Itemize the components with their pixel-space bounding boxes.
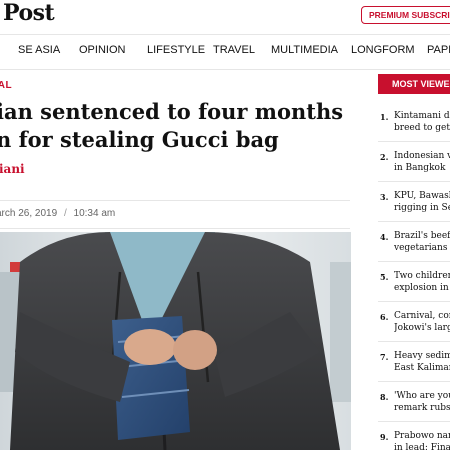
most-viewed-title: Prabowo nar in lead: Final: [394, 430, 450, 450]
headline-line-2: n for stealing Gucci bag: [0, 127, 279, 152]
most-viewed-title: Brazil's beef e vegetarians: [394, 230, 450, 254]
article-dateline: arch 26, 2019 / 10:34 am: [0, 208, 115, 219]
headline-line-1: ian sentenced to four months: [0, 99, 344, 124]
most-viewed-title: Kintamani do breed to get in: [394, 110, 450, 134]
divider: [0, 228, 350, 229]
nav-item-multimedia[interactable]: MULTIMEDIA: [271, 44, 338, 56]
most-viewed-title-line: Indonesian v: [394, 151, 450, 161]
most-viewed-title: KPU, Bawaslu rigging in Sel: [394, 190, 450, 214]
most-viewed-rank: 4.: [380, 232, 389, 242]
most-viewed-title-line: Kintamani do: [394, 111, 450, 121]
most-viewed-title-line: Carnival, con: [394, 311, 450, 321]
masthead: Post PREMIUM SUBSCRIPTION: [0, 0, 450, 34]
most-viewed-rank: 6.: [380, 312, 389, 322]
article-date: arch 26, 2019: [0, 208, 58, 219]
most-viewed-item[interactable]: 8. 'Who are you remark rubs I: [378, 382, 450, 422]
divider: [0, 200, 350, 201]
nav-item-longform[interactable]: LONGFORM: [351, 44, 415, 56]
most-viewed-title-line: Prabowo nar: [394, 431, 450, 441]
most-viewed-rank: 1.: [380, 112, 389, 122]
most-viewed-item[interactable]: 5. Two children explosion in N: [378, 262, 450, 302]
most-viewed-title-line: in lead: Final: [394, 443, 450, 450]
premium-subscription-button[interactable]: PREMIUM SUBSCRIPTION: [361, 6, 450, 24]
nav-item-lifestyle[interactable]: LIFESTYLE: [147, 44, 205, 56]
most-viewed-item[interactable]: 3. KPU, Bawaslu rigging in Sel: [378, 182, 450, 222]
nav-item-travel[interactable]: TRAVEL: [213, 44, 255, 56]
most-viewed-title-line: East Kaliman: [394, 363, 450, 373]
most-viewed-title-line: breed to get in: [394, 123, 450, 133]
most-viewed-rank: 5.: [380, 272, 389, 282]
most-viewed-title-line: explosion in N: [394, 283, 450, 293]
most-viewed-rank: 3.: [380, 192, 389, 202]
nav-item-paper[interactable]: PAPER: [427, 44, 450, 56]
most-viewed-rank: 9.: [380, 432, 389, 442]
most-viewed-title: Indonesian v in Bangkok: [394, 150, 450, 174]
most-viewed-item[interactable]: 6. Carnival, con Jokowi's larg: [378, 302, 450, 342]
most-viewed-title-line: rigging in Sel: [394, 203, 450, 213]
most-viewed-title-line: vegetarians: [394, 243, 448, 253]
most-viewed-header: MOST VIEWED: [378, 74, 450, 94]
most-viewed-title-line: Heavy sedime: [394, 351, 450, 361]
nav-item-opinion[interactable]: OPINION: [79, 44, 125, 56]
most-viewed-rank: 8.: [380, 392, 389, 402]
site-logo[interactable]: Post: [3, 0, 55, 26]
most-viewed-item[interactable]: 4. Brazil's beef e vegetarians: [378, 222, 450, 262]
article-time: 10:34 am: [73, 208, 116, 219]
most-viewed-title: Carnival, con Jokowi's larg: [394, 310, 450, 334]
most-viewed-rank: 7.: [380, 352, 389, 362]
nav-item-se-asia[interactable]: SE ASIA: [18, 44, 60, 56]
most-viewed-title-line: in Bangkok: [394, 163, 446, 173]
main-nav: SE ASIA OPINION LIFESTYLE TRAVEL MULTIME…: [0, 34, 450, 70]
most-viewed-title-line: remark rubs I: [394, 403, 450, 413]
article-photo: [0, 232, 351, 450]
most-viewed-title-line: Jokowi's larg: [394, 323, 450, 333]
article-author[interactable]: iani: [0, 162, 25, 176]
most-viewed-item[interactable]: 2. Indonesian v in Bangkok: [378, 142, 450, 182]
most-viewed-title-line: KPU, Bawaslu: [394, 191, 450, 201]
most-viewed-title: Heavy sedime East Kaliman: [394, 350, 450, 374]
article-category[interactable]: NAL: [0, 80, 12, 91]
most-viewed-title-line: Brazil's beef e: [394, 231, 450, 241]
most-viewed-item[interactable]: 9. Prabowo nar in lead: Final: [378, 422, 450, 450]
article-headline: ian sentenced to four months n for steal…: [0, 98, 356, 154]
most-viewed-sidebar: MOST VIEWED 1. Kintamani do breed to get…: [378, 74, 450, 450]
most-viewed-title-line: Two children: [394, 271, 450, 281]
most-viewed-item[interactable]: 7. Heavy sedime East Kaliman: [378, 342, 450, 382]
most-viewed-title: Two children explosion in N: [394, 270, 450, 294]
most-viewed-title: 'Who are you remark rubs I: [394, 390, 450, 414]
man-hiding-jeans-photo-icon: [0, 232, 351, 450]
dateline-separator: /: [63, 208, 67, 219]
most-viewed-rank: 2.: [380, 152, 389, 162]
most-viewed-title-line: 'Who are you: [394, 391, 450, 401]
most-viewed-item[interactable]: 1. Kintamani do breed to get in: [378, 102, 450, 142]
